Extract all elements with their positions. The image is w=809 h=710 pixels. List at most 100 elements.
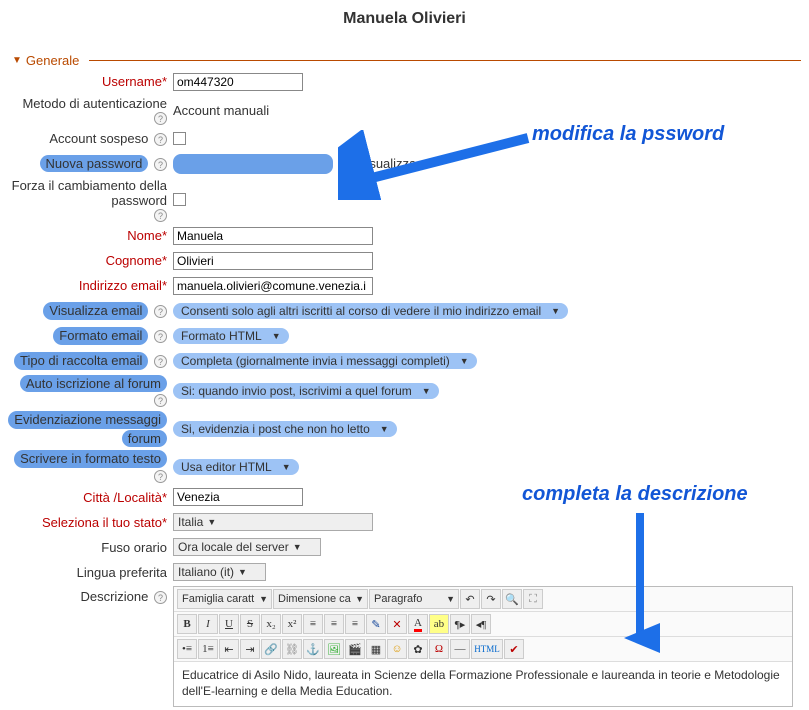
digest-select[interactable]: Completa (giornalmente invia i messaggi …: [173, 353, 477, 369]
help-icon[interactable]: ?: [154, 209, 167, 222]
underline-button[interactable]: U: [219, 614, 239, 634]
first-name-input[interactable]: [173, 227, 373, 245]
page-title: Manuela Olivieri: [0, 10, 809, 28]
undo-button[interactable]: ↶: [460, 589, 480, 609]
label-auth: Metodo di autenticazione ?: [8, 96, 173, 125]
help-icon[interactable]: ?: [154, 355, 167, 368]
show-password-label: Visualizza: [358, 156, 416, 171]
collapse-icon: ▼: [12, 55, 22, 66]
email-input[interactable]: [173, 277, 373, 295]
bg-color-button[interactable]: ab: [429, 614, 449, 634]
chevron-down-icon: ▼: [380, 424, 389, 434]
show-password-checkbox[interactable]: [339, 157, 352, 170]
country-select[interactable]: Italia▼: [173, 513, 373, 531]
help-icon[interactable]: ?: [154, 112, 167, 125]
help-icon[interactable]: ?: [154, 305, 167, 318]
label-text-format: Scrivere in formato testo ?: [8, 450, 173, 483]
label-autosubscribe: Auto iscrizione al forum ?: [8, 375, 173, 408]
clean-button[interactable]: ✎: [366, 614, 386, 634]
label-suspended: Account sospeso ?: [8, 131, 173, 147]
bullet-list-button[interactable]: •≡: [177, 639, 197, 659]
align-left-button[interactable]: ≡: [303, 614, 323, 634]
new-password-input[interactable]: [173, 154, 333, 174]
media-button[interactable]: 🎬: [345, 639, 365, 659]
subscript-button[interactable]: x₂: [261, 614, 281, 634]
autosubscribe-select[interactable]: Si: quando invio post, iscrivimi a quel …: [173, 383, 439, 399]
html-button[interactable]: HTML: [471, 639, 503, 659]
timezone-select[interactable]: Ora locale del server▼: [173, 538, 321, 556]
help-icon[interactable]: ?: [154, 394, 167, 407]
legend-general[interactable]: ▼ Generale: [8, 53, 83, 68]
ltr-button[interactable]: ¶▸: [450, 614, 470, 634]
chevron-down-icon: ▼: [293, 542, 302, 552]
anchor-button[interactable]: ⚓: [303, 639, 323, 659]
editor-toolbar-3: •≡ 1≡ ⇤ ⇥ 🔗 ⛓ ⚓ 🖼 🎬 ▦ ☺ ✿ Ω —: [174, 637, 792, 662]
description-textarea[interactable]: Educatrice di Asilo Nido, laureata in Sc…: [174, 662, 792, 705]
help-icon[interactable]: ?: [154, 591, 167, 604]
description-editor: Famiglia caratt▼ Dimensione ca▼ Paragraf…: [173, 586, 793, 706]
emoticon-button[interactable]: ☺: [387, 639, 407, 659]
image-button[interactable]: 🖼: [324, 639, 344, 659]
char-button[interactable]: ✿: [408, 639, 428, 659]
language-select[interactable]: Italiano (it)▼: [173, 563, 266, 581]
align-right-button[interactable]: ≡: [345, 614, 365, 634]
equation-button[interactable]: Ω: [429, 639, 449, 659]
help-icon[interactable]: ?: [154, 470, 167, 483]
font-family-select[interactable]: Famiglia caratt▼: [177, 589, 272, 609]
chevron-down-icon: ▼: [207, 517, 216, 527]
help-icon[interactable]: ?: [154, 330, 167, 343]
username-input[interactable]: [173, 73, 303, 91]
highlight-select[interactable]: Si, evidenzia i post che non ho letto▼: [173, 421, 397, 437]
hr-button[interactable]: —: [450, 639, 470, 659]
label-username: Username*: [8, 74, 173, 90]
remove-format-button[interactable]: ✕: [387, 614, 407, 634]
suspended-checkbox[interactable]: [173, 132, 186, 145]
label-force-pw: Forza il cambiamento della password ?: [8, 178, 173, 222]
email-format-select[interactable]: Formato HTML▼: [173, 328, 289, 344]
label-highlight: Evidenziazione messaggi forum: [8, 411, 173, 447]
indent-button[interactable]: ⇥: [240, 639, 260, 659]
block-format-select[interactable]: Paragrafo▼: [369, 589, 459, 609]
align-center-button[interactable]: ≡: [324, 614, 344, 634]
table-button[interactable]: ▦: [366, 639, 386, 659]
last-name-input[interactable]: [173, 252, 373, 270]
bold-button[interactable]: B: [177, 614, 197, 634]
help-icon[interactable]: ?: [154, 133, 167, 146]
superscript-button[interactable]: x²: [282, 614, 302, 634]
spellcheck-button[interactable]: ✔: [504, 639, 524, 659]
find-button[interactable]: 🔍: [502, 589, 522, 609]
chevron-down-icon: ▼: [282, 462, 291, 472]
legend-label: Generale: [26, 53, 79, 68]
unlink-button[interactable]: ⛓: [282, 639, 302, 659]
city-input[interactable]: [173, 488, 303, 506]
fullscreen-button[interactable]: ⛶: [523, 589, 543, 609]
label-last-name: Cognome*: [8, 253, 173, 269]
number-list-button[interactable]: 1≡: [198, 639, 218, 659]
annotation-description: completa la descrizione: [522, 483, 748, 506]
label-email: Indirizzo email*: [8, 278, 173, 294]
general-fieldset: ▼ Generale Username* Metodo di autentica…: [8, 53, 801, 707]
label-country: Seleziona il tuo stato*: [8, 515, 173, 531]
label-description: Descrizione ?: [8, 586, 173, 605]
label-language: Lingua preferita: [8, 565, 173, 581]
chevron-down-icon: ▼: [460, 356, 469, 366]
link-button[interactable]: 🔗: [261, 639, 281, 659]
editor-toolbar-1: Famiglia caratt▼ Dimensione ca▼ Paragraf…: [174, 587, 792, 612]
font-size-select[interactable]: Dimensione ca▼: [273, 589, 368, 609]
help-icon[interactable]: ?: [154, 158, 167, 171]
force-pw-checkbox[interactable]: [173, 193, 186, 206]
outdent-button[interactable]: ⇤: [219, 639, 239, 659]
editor-toolbar-2: B I U S x₂ x² ≡ ≡ ≡ ✎ ✕ A ab ¶▸: [174, 612, 792, 637]
text-color-button[interactable]: A: [408, 614, 428, 634]
text-format-select[interactable]: Usa editor HTML▼: [173, 459, 299, 475]
chevron-down-icon: ▼: [238, 567, 247, 577]
label-city: Città /Località*: [8, 490, 173, 506]
rtl-button[interactable]: ◂¶: [471, 614, 491, 634]
redo-button[interactable]: ↷: [481, 589, 501, 609]
email-display-select[interactable]: Consenti solo agli altri iscritti al cor…: [173, 303, 568, 319]
strike-button[interactable]: S: [240, 614, 260, 634]
italic-button[interactable]: I: [198, 614, 218, 634]
chevron-down-icon: ▼: [272, 331, 281, 341]
label-email-display: Visualizza email ?: [8, 302, 173, 320]
annotation-password: modifica la pssword: [532, 123, 724, 146]
